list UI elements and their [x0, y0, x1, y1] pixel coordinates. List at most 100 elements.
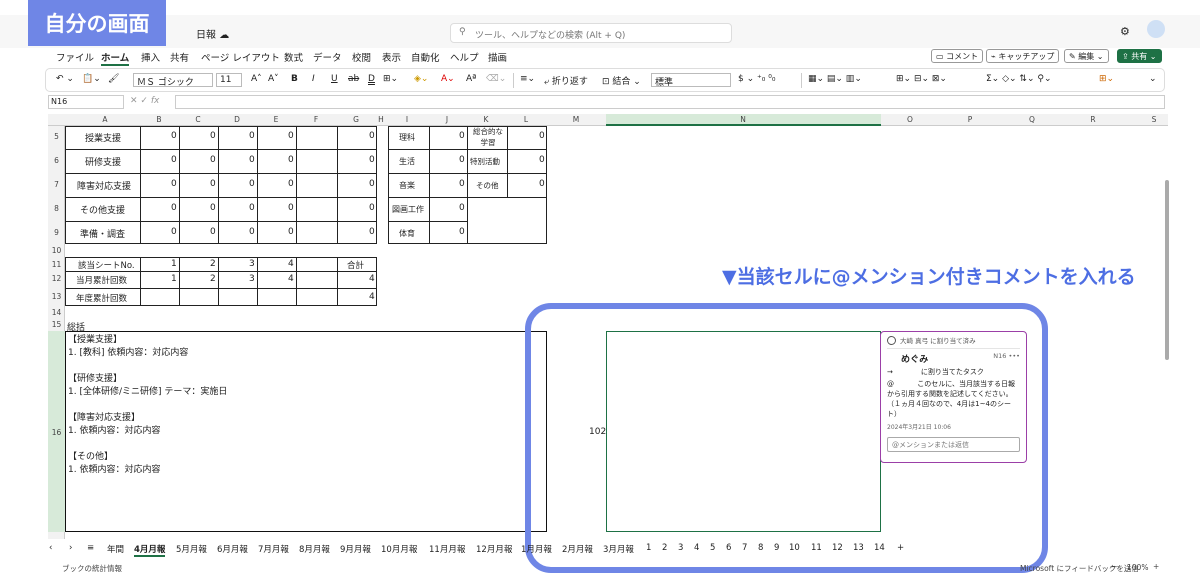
subject-value[interactable]: 0: [459, 203, 465, 213]
col-header[interactable]: O: [907, 115, 913, 124]
subject-label[interactable]: 音楽: [399, 180, 415, 191]
feedback-link[interactable]: Microsoft にフィードバックを送信: [1020, 563, 1139, 574]
autosum-icon[interactable]: Σ⌄ ◇⌄ ⇅⌄ ⚲⌄: [986, 74, 1052, 84]
comment-button[interactable]: ▭ コメント: [931, 49, 984, 63]
row-header[interactable]: 13: [48, 292, 65, 301]
row-label[interactable]: 研修支援: [85, 155, 121, 168]
cell-value[interactable]: 0: [171, 155, 177, 165]
row-label[interactable]: 障害対応支援: [77, 179, 131, 192]
menu-view[interactable]: 表示: [382, 50, 401, 64]
subject-label[interactable]: 生活: [399, 156, 415, 167]
tab-november[interactable]: 11月月報: [429, 543, 465, 555]
search-input[interactable]: ⚲ ツール、ヘルプなどの検索 (Alt + Q): [450, 23, 732, 43]
menu-automate[interactable]: 自動化: [411, 50, 440, 64]
col-header[interactable]: A: [102, 115, 107, 124]
cell-value[interactable]: 0: [369, 179, 375, 189]
undo-icon[interactable]: ↶ ⌄: [56, 74, 74, 84]
font-size-select[interactable]: 11: [216, 73, 242, 87]
col-header[interactable]: B: [156, 115, 161, 124]
underline-icon[interactable]: U: [331, 74, 338, 84]
wrap-text-button[interactable]: ⤶ 折り返す: [544, 74, 588, 87]
bold-icon[interactable]: B: [291, 74, 298, 84]
cell-value[interactable]: 0: [210, 179, 216, 189]
double-underline-icon[interactable]: D: [368, 74, 375, 84]
subject-label[interactable]: 総合的な学習: [470, 126, 506, 148]
tab-sheet[interactable]: 4: [694, 543, 699, 553]
tab-sheet[interactable]: 3: [678, 543, 683, 553]
cell-value[interactable]: 3: [249, 259, 255, 269]
col-header[interactable]: R: [1090, 115, 1095, 124]
cell-value[interactable]: 4: [288, 274, 294, 284]
tab-july[interactable]: 7月月報: [258, 543, 289, 555]
subject-value[interactable]: 0: [539, 155, 545, 165]
subject-label[interactable]: その他: [476, 180, 499, 191]
subject-value[interactable]: 0: [459, 155, 465, 165]
tab-may[interactable]: 5月月報: [176, 543, 207, 555]
subject-label[interactable]: 図画工作: [392, 204, 424, 215]
cell-value[interactable]: 0: [288, 179, 294, 189]
number-format-select[interactable]: 標準: [651, 73, 731, 88]
tab-october[interactable]: 10月月報: [381, 543, 417, 555]
tab-sheet[interactable]: 11: [811, 543, 822, 553]
tab-september[interactable]: 9月月報: [340, 543, 371, 555]
strikethrough-icon[interactable]: ab: [348, 74, 359, 84]
row-label[interactable]: 年度累計回数: [76, 292, 127, 304]
cell-value[interactable]: 0: [171, 203, 177, 213]
tab-sheet[interactable]: 2: [662, 543, 667, 553]
all-sheets-icon[interactable]: ≡: [87, 543, 94, 553]
menu-file[interactable]: ファイル: [56, 50, 94, 64]
cell-value[interactable]: 0: [210, 203, 216, 213]
tab-sheet[interactable]: 5: [710, 543, 715, 553]
merge-button[interactable]: ⊡ 結合 ⌄: [602, 74, 641, 87]
menu-insert[interactable]: 挿入: [141, 50, 160, 64]
col-header[interactable]: H: [378, 115, 384, 124]
row-header[interactable]: 9: [48, 228, 65, 237]
subject-value[interactable]: 0: [539, 131, 545, 141]
cell-value[interactable]: 0: [249, 155, 255, 165]
cell-value[interactable]: 1: [171, 274, 177, 284]
col-header[interactable]: F: [314, 115, 318, 124]
tab-february[interactable]: 2月月報: [562, 543, 593, 555]
tab-sheet[interactable]: 9: [774, 543, 779, 553]
conditional-format-icon[interactable]: ▦⌄ ▤⌄ ▥⌄: [808, 74, 862, 84]
cell-value[interactable]: 0: [171, 131, 177, 141]
row-header[interactable]: 6: [48, 156, 65, 165]
tab-sheet[interactable]: 1: [646, 543, 651, 553]
cell-value[interactable]: 0: [288, 131, 294, 141]
row-header[interactable]: 14: [48, 308, 65, 317]
formula-input[interactable]: [175, 95, 1165, 109]
cell-value[interactable]: 3: [249, 274, 255, 284]
tab-august[interactable]: 8月月報: [299, 543, 330, 555]
zoom-out-icon[interactable]: —: [1110, 562, 1118, 571]
subject-value[interactable]: 0: [459, 179, 465, 189]
subject-label[interactable]: 理科: [399, 132, 415, 143]
row-header[interactable]: 16: [48, 428, 65, 437]
grow-font-icon[interactable]: A˄: [251, 74, 262, 84]
row-header[interactable]: 8: [48, 204, 65, 213]
cell-value[interactable]: 合計: [347, 259, 364, 271]
vertical-scrollbar[interactable]: [1165, 180, 1169, 360]
col-header[interactable]: J: [446, 115, 448, 124]
row-header[interactable]: 10: [48, 246, 65, 255]
cell-value[interactable]: 0: [369, 131, 375, 141]
document-title[interactable]: 日報 ☁: [196, 26, 229, 41]
cell-value[interactable]: 0: [288, 203, 294, 213]
edit-button[interactable]: ✎ 編集 ⌄: [1064, 49, 1109, 63]
cell-value[interactable]: 4: [369, 292, 375, 302]
shrink-font-icon[interactable]: A˅: [268, 74, 279, 84]
row-label[interactable]: 該当シートNo.: [78, 259, 135, 271]
col-header[interactable]: N: [740, 115, 746, 124]
subject-value[interactable]: 0: [459, 131, 465, 141]
cell-value[interactable]: 0: [249, 131, 255, 141]
cell-value[interactable]: 0: [249, 203, 255, 213]
cell-value[interactable]: 0: [288, 227, 294, 237]
menu-data[interactable]: データ: [313, 50, 342, 64]
align-icon[interactable]: ≡⌄: [520, 74, 535, 84]
cell-value[interactable]: 0: [249, 179, 255, 189]
paste-icon[interactable]: 📋⌄: [82, 74, 101, 84]
font-select[interactable]: ＭＳ ゴシック: [133, 73, 213, 88]
cell-value[interactable]: 0: [288, 155, 294, 165]
row-label[interactable]: 授業支援: [85, 131, 121, 144]
cell-value[interactable]: 0: [210, 227, 216, 237]
erase-icon[interactable]: ⌫⌄: [486, 74, 506, 84]
